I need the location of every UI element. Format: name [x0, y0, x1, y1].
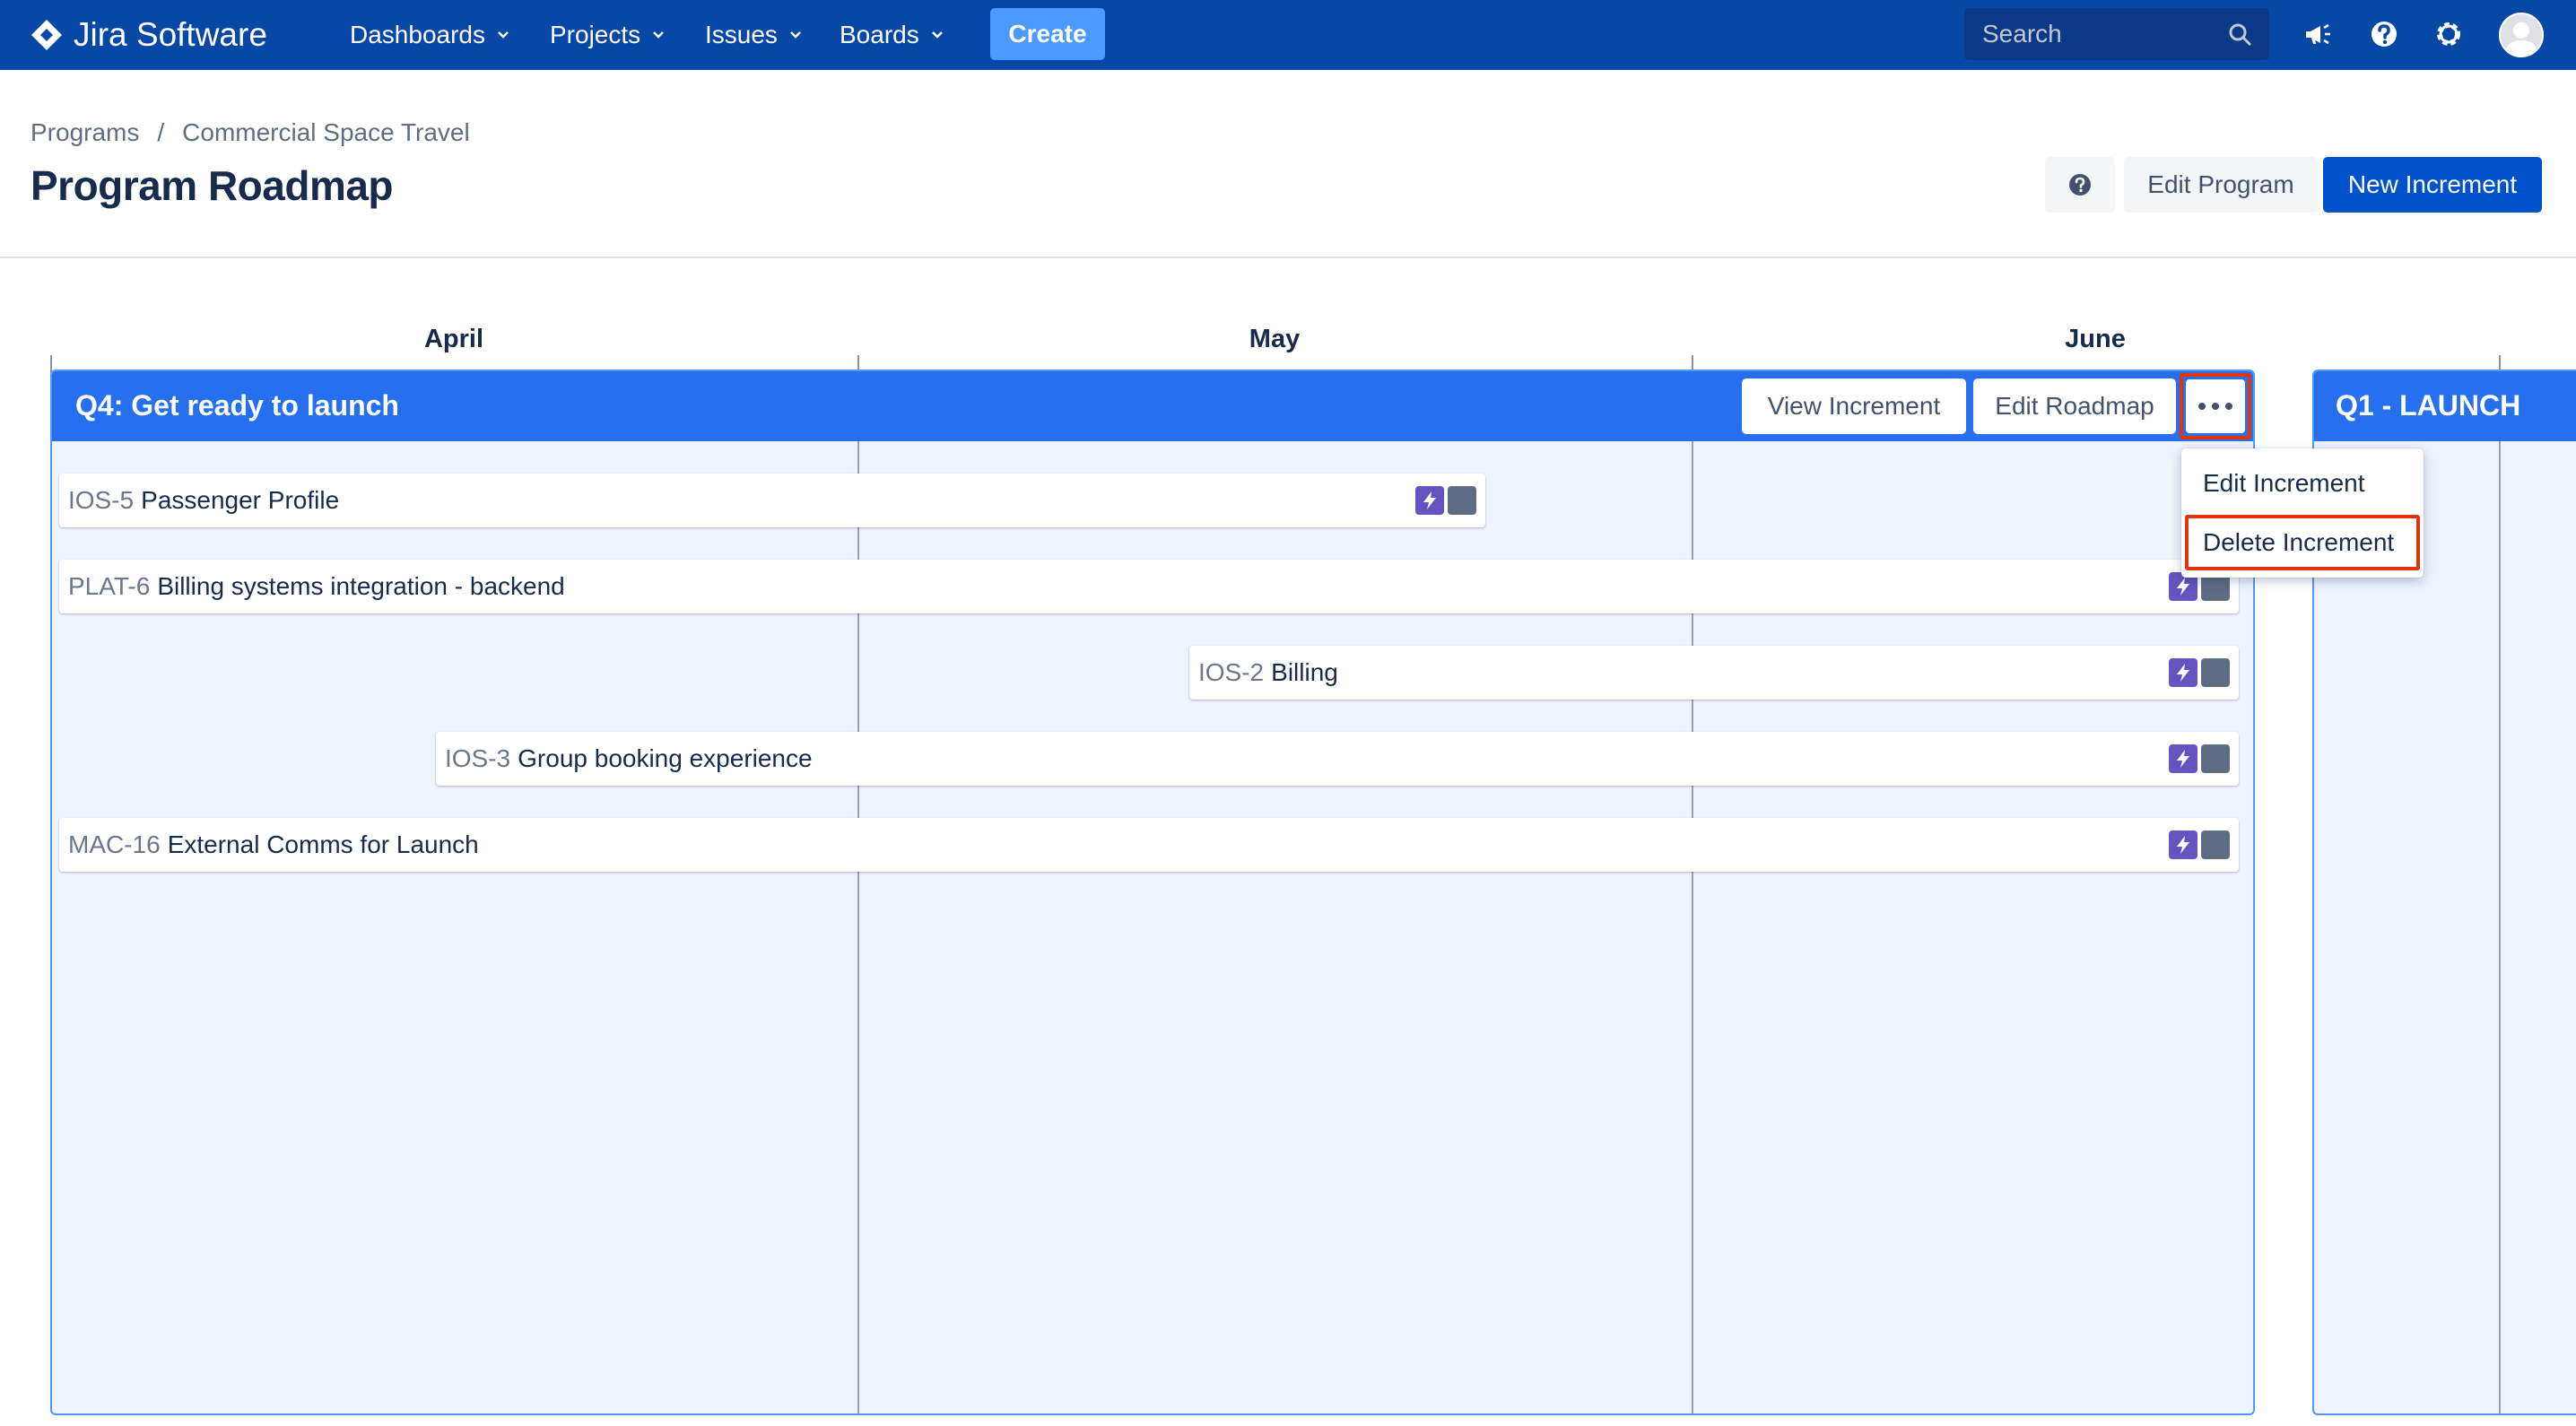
issue-badges — [2169, 744, 2230, 773]
more-actions-button[interactable] — [2180, 373, 2251, 439]
page-title: Program Roadmap — [30, 162, 394, 209]
issue-badges — [1415, 486, 1476, 515]
issue-summary: Billing — [1271, 658, 1338, 686]
breadcrumb-commercial-space-travel[interactable]: Commercial Space Travel — [182, 118, 470, 147]
issue-summary: External Comms for Launch — [167, 830, 479, 858]
month-label-may: May — [1249, 325, 1301, 353]
chevron-down-icon — [931, 31, 943, 39]
nav-boards[interactable]: Boards — [840, 14, 944, 56]
nav-projects[interactable]: Projects — [550, 14, 666, 56]
increment-header: Q4: Get ready to launch View Increment E… — [52, 371, 2253, 441]
lightning-icon — [2169, 830, 2197, 859]
status-square-icon — [2201, 658, 2230, 687]
increment-q4: Q4: Get ready to launch View Increment E… — [50, 370, 2255, 1415]
status-square-icon — [1448, 486, 1476, 515]
help-button[interactable] — [2045, 157, 2115, 213]
search-icon — [2229, 23, 2252, 47]
issue-key: IOS-3 — [445, 744, 511, 772]
increment-header[interactable]: Q1 - LAUNCH — [2314, 371, 2576, 441]
issue-key: IOS-5 — [68, 486, 135, 514]
search-placeholder: Search — [1982, 20, 2062, 48]
increment-title: Q4: Get ready to launch — [75, 389, 399, 422]
lightning-icon — [1415, 486, 1444, 515]
status-square-icon — [2201, 830, 2230, 859]
breadcrumb-separator: / — [157, 118, 165, 146]
issue-summary: Group booking experience — [518, 744, 813, 772]
issue-card-mac-16[interactable]: MAC-16 External Comms for Launch — [59, 818, 2239, 872]
new-increment-button[interactable]: New Increment — [2323, 157, 2542, 213]
increment-actions-menu: Edit Increment Delete Increment — [2181, 448, 2424, 578]
issue-badges — [2169, 658, 2230, 687]
jira-diamond-icon — [31, 20, 62, 50]
search-input[interactable]: Search — [1964, 8, 2269, 60]
edit-program-button[interactable]: Edit Program — [2124, 157, 2318, 213]
logo-text: Jira Software — [74, 16, 267, 53]
breadcrumb-programs[interactable]: Programs — [30, 118, 139, 147]
issue-card-ios-3[interactable]: IOS-3 Group booking experience — [436, 732, 2239, 786]
issue-summary: Passenger Profile — [141, 486, 340, 514]
issue-card-plat-6[interactable]: PLAT-6 Billing systems integration - bac… — [59, 560, 2239, 613]
question-circle-icon — [2069, 174, 2091, 196]
month-label-april: April — [423, 325, 484, 353]
month-label-june: June — [2065, 325, 2126, 353]
more-dots-icon — [2186, 379, 2245, 433]
create-button[interactable]: Create — [990, 8, 1105, 60]
issue-key: IOS-2 — [1198, 658, 1265, 686]
month-divider — [2499, 441, 2501, 1413]
issue-key: MAC-16 — [68, 830, 161, 858]
nav-issues[interactable]: Issues — [705, 14, 803, 56]
chevron-down-icon — [653, 31, 665, 39]
issue-badges — [2169, 830, 2230, 859]
header-divider — [0, 257, 2576, 258]
megaphone-icon[interactable] — [2302, 18, 2334, 50]
issue-summary: Billing systems integration - backend — [157, 572, 565, 600]
issue-card-ios-2[interactable]: IOS-2 Billing — [1189, 646, 2239, 700]
view-increment-button[interactable]: View Increment — [1742, 378, 1966, 434]
lightning-icon — [2169, 744, 2197, 773]
chevron-down-icon — [498, 31, 509, 39]
user-avatar[interactable] — [2499, 13, 2544, 57]
top-navigation: Jira Software Dashboards Projects Issues… — [0, 0, 2576, 70]
chevron-down-icon — [790, 31, 801, 39]
menu-item-delete-increment[interactable]: Delete Increment — [2185, 515, 2420, 570]
menu-item-edit-increment[interactable]: Edit Increment — [2181, 457, 2424, 509]
status-square-icon — [2201, 744, 2230, 773]
user-avatar-icon — [2505, 22, 2537, 56]
lightning-icon — [2169, 658, 2197, 687]
breadcrumb: Programs / Commercial Space Travel — [30, 118, 470, 147]
help-icon[interactable] — [2368, 18, 2400, 50]
settings-gear-icon[interactable] — [2432, 18, 2465, 50]
nav-dashboards[interactable]: Dashboards — [350, 14, 510, 56]
jira-logo[interactable]: Jira Software — [29, 13, 267, 57]
issue-key: PLAT-6 — [68, 572, 151, 600]
issue-card-ios-5[interactable]: IOS-5 Passenger Profile — [59, 474, 1485, 527]
increment-title: Q1 - LAUNCH — [2336, 389, 2521, 422]
edit-roadmap-button[interactable]: Edit Roadmap — [1973, 378, 2176, 434]
